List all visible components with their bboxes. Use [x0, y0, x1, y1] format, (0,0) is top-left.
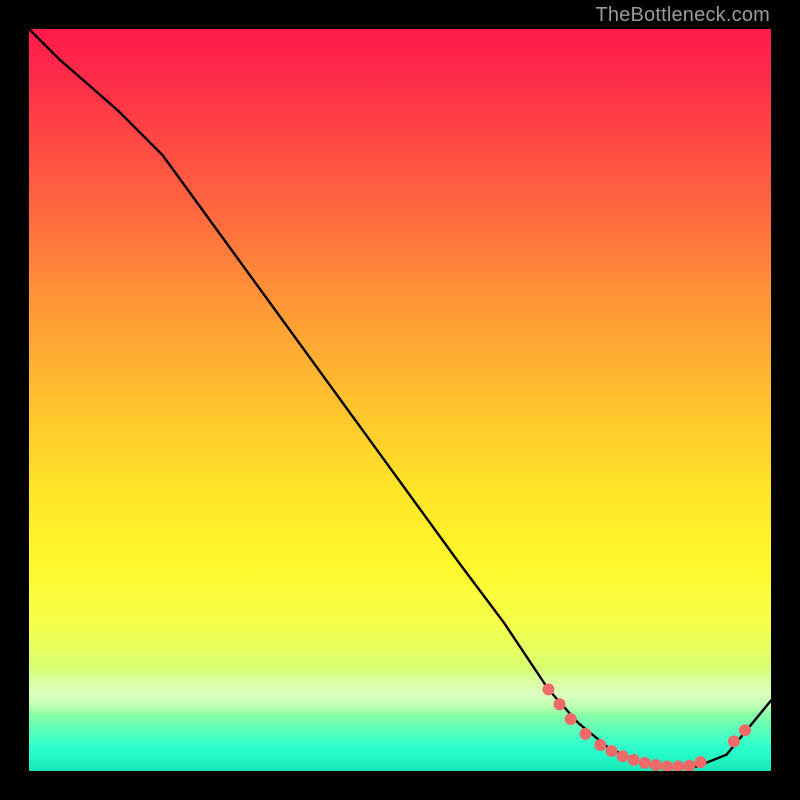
curve-marker	[580, 728, 592, 740]
curve-marker	[628, 754, 640, 766]
curve-marker	[554, 698, 566, 710]
highlight-band	[29, 667, 771, 715]
curve-marker	[617, 750, 629, 762]
curve-markers	[542, 683, 751, 771]
curve-marker	[728, 735, 740, 747]
curve-marker	[594, 739, 606, 751]
curve-marker	[672, 761, 684, 771]
curve-marker	[639, 757, 651, 769]
bottleneck-curve	[29, 29, 771, 767]
curve-marker	[739, 724, 751, 736]
curve-marker	[650, 759, 662, 771]
curve-marker	[695, 756, 707, 768]
chart-svg	[29, 29, 771, 771]
watermark-text: TheBottleneck.com	[595, 4, 770, 27]
curve-marker	[542, 683, 554, 695]
curve-marker	[605, 745, 617, 757]
plot-area	[29, 29, 771, 771]
curve-marker	[661, 761, 673, 771]
curve-marker	[565, 713, 577, 725]
curve-marker	[683, 760, 695, 771]
chart-frame: TheBottleneck.com	[0, 0, 800, 800]
